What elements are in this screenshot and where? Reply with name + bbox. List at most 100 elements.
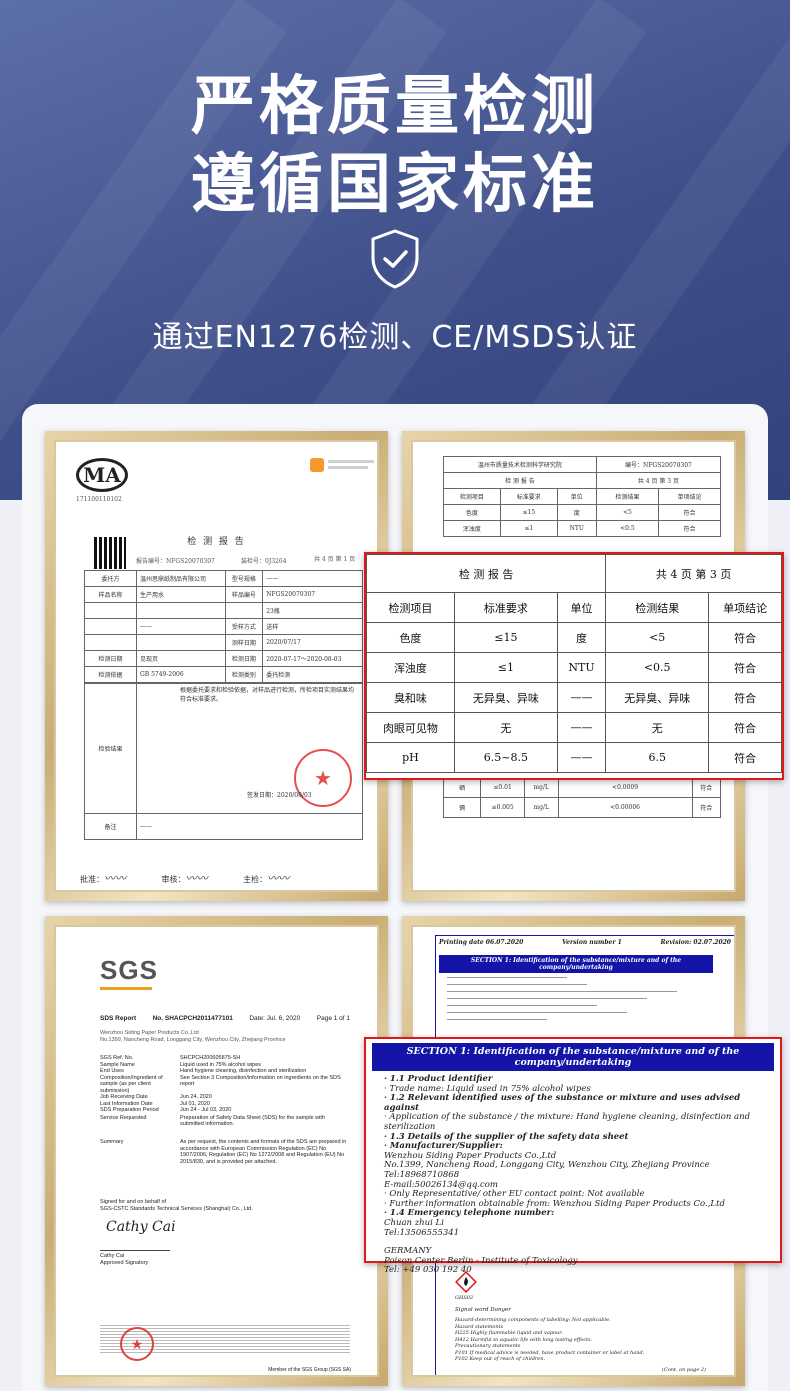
table-cell: 6.5~8.5: [453, 742, 558, 773]
zoom-msds-line: Tel:13506555341: [384, 1227, 460, 1238]
header-cell: 检测结果: [595, 488, 659, 505]
header-cell: 检测项目: [443, 488, 501, 505]
table-cell: [84, 618, 137, 635]
table-cell: 色度: [366, 622, 455, 653]
table-cell: ——: [262, 570, 363, 587]
hero-title-line2: 遵循国家标准: [191, 148, 599, 222]
zoom-table-row: 色度 ≤15 度 <5 符合: [366, 622, 782, 653]
zoom-table-row: 肉眼可见物无 —— 无符合: [366, 712, 782, 743]
table-cell: 符合: [708, 652, 782, 683]
table-cell: ≤15: [453, 622, 558, 653]
table-cell: 色度: [443, 504, 501, 521]
table-cell: 符合: [708, 712, 782, 743]
table-cell: NFGS20070307: [262, 586, 363, 603]
zoom-msds-line: [384, 1238, 774, 1247]
table-cell: 符合: [657, 504, 722, 521]
cma-logo: MA: [76, 458, 128, 492]
table-row: 检测依据 GB 5749-2006 检测类别 委托检测: [84, 666, 363, 683]
table-row: —— 受样方式 送样: [84, 618, 363, 635]
table-cell: <5: [595, 504, 659, 521]
zoom-section-bar: SECTION 1: Identification of the substan…: [372, 1043, 774, 1071]
table-cell: 2020-07-17～2020-08-03: [262, 650, 363, 667]
table-cell: 浑浊度: [366, 652, 455, 683]
table-cell: 肉眼可见物: [366, 712, 455, 743]
report-title: 检 测 报 告: [187, 537, 246, 547]
table-cell: 无异臭、异味: [605, 682, 710, 713]
zoom-header-cell: 单位: [556, 592, 607, 623]
table-cell: 检测日期: [84, 650, 137, 667]
table-cell: <0.5: [605, 652, 710, 683]
table-cell: [84, 634, 137, 651]
table-cell: <5: [605, 622, 710, 653]
table-cell: 符合: [708, 682, 782, 713]
zoom-header-cell: 检测结果: [605, 592, 710, 623]
table-cell: 度: [556, 504, 597, 521]
table-row: 23瓶: [84, 602, 363, 619]
signature: Cathy Cai: [106, 1219, 176, 1235]
page-counter: 共 4 页 第 1 页: [314, 556, 356, 563]
table-cell: ≤0.005: [480, 797, 525, 818]
sgs-field-row: Composition/Ingredient of sample (as per…: [100, 1074, 341, 1094]
table-row: 测样日期 2020/07/17: [84, 634, 363, 651]
table-cell: 委托检测: [262, 666, 363, 683]
table-cell: 检测依据: [84, 666, 137, 683]
zoom-callout-test-results: 检 测 报 告 共 4 页 第 3 页 检测项目 标准要求 单位 检测结果 单项结论 色…: [364, 552, 784, 780]
report-number: NFGS20070307: [166, 558, 215, 565]
table-row: 样品名称 生产用水 样品编号 NFGS20070307: [84, 586, 363, 603]
table-cell: [224, 602, 264, 619]
table-cell: 温州思鼎纸制品有限公司: [136, 570, 226, 587]
table-cell: 样品名称: [84, 586, 137, 603]
table-cell: NTU: [556, 520, 597, 537]
zoom-msds-line: · 1.2 Relevant identified uses of the su…: [384, 1093, 741, 1113]
header-cell: 标准要求: [499, 488, 558, 505]
table-cell: GB 5749-2006: [136, 666, 226, 683]
table-cell: 检测日期: [224, 650, 264, 667]
report-info-table: 委托方 温州思鼎纸制品有限公司 型号规格 —— 样品名称 生产用水 样品编号 NFGS2007…: [84, 570, 363, 683]
msds-line: P102 Keep out of reach of children.: [455, 1356, 546, 1362]
sds-report-title: SDS Report: [100, 1015, 137, 1022]
table-row: 镉 ≤0.005 mg/L <0.00006 符合: [442, 797, 722, 818]
table-cell: pH: [366, 742, 455, 773]
table-cell: mg/L: [523, 777, 559, 798]
hero-subtitle: 通过EN1276检测、CE/MSDS认证: [152, 320, 638, 355]
table-cell: 镉: [442, 797, 482, 818]
table-cell: [84, 602, 137, 619]
zoom-report-title: 检 测 报 告: [365, 554, 607, 593]
table-cell: 23瓶: [262, 602, 363, 619]
table-cell: 无: [453, 712, 558, 743]
table-cell: 委托方: [84, 570, 137, 587]
table-cell: 浑浊度: [443, 520, 501, 537]
sgs-logo: SGS: [100, 955, 158, 985]
table-row: 浑浊度 ≤1 NTU <0.5 符合: [443, 520, 722, 537]
table-cell: 受样方式: [224, 618, 264, 635]
zoom-msds-line: · Application of the substance / the mix…: [384, 1112, 751, 1132]
table-row: 色度 ≤15 度 <5 符合: [443, 504, 722, 521]
sgs-field-row: SDS Preparation Period Jun 24 - Jul 03, 2…: [100, 1107, 232, 1113]
table-cell: <0.0009: [557, 777, 693, 798]
table-cell: 见现页: [136, 650, 226, 667]
cma-number: 171100110102: [76, 496, 122, 503]
sgs-card[interactable]: SGS SDS Report No. SHACPCH2011477101 Dat…: [45, 916, 388, 1386]
report-card-1[interactable]: MA 171100110102 检 测 报 告 报告编号：NFGS2007030…: [45, 431, 388, 901]
sgs-report-page: SGS SDS Report No. SHACPCH2011477101 Dat…: [54, 925, 379, 1377]
org-logo-icon: [310, 458, 324, 472]
zoom-header-cell: 单项结论: [708, 592, 782, 623]
header-cell: 单项结论: [657, 488, 722, 505]
zoom-callout-msds-section1: SECTION 1: Identification of the substan…: [364, 1037, 782, 1275]
table-cell: ≤1: [453, 652, 558, 683]
header-cell: 单位: [556, 488, 597, 505]
table-cell: ≤15: [499, 504, 558, 521]
zoom-table-row: 臭和味 无异臭、异味 —— 无异臭、异味 符合: [366, 682, 782, 713]
table-row: 硒 ≤0.01 mg/L <0.0009 符合: [442, 777, 722, 798]
table-cell: 无: [605, 712, 710, 743]
table-cell: ≤0.01: [480, 777, 525, 798]
report-page-1: MA 171100110102 检 测 报 告 报告编号：NFGS2007030…: [54, 440, 379, 892]
table-cell: ——: [136, 618, 226, 635]
table-cell: 符合: [691, 797, 722, 818]
table-cell: ——: [556, 682, 607, 713]
table-cell: 符合: [657, 520, 722, 537]
table-cell: 2020/07/17: [262, 634, 363, 651]
table-cell: 符合: [708, 742, 782, 773]
table-cell: 测样日期: [224, 634, 264, 651]
table-row: 检测日期 见现页 检测日期 2020-07-17～2020-08-03: [84, 650, 363, 667]
